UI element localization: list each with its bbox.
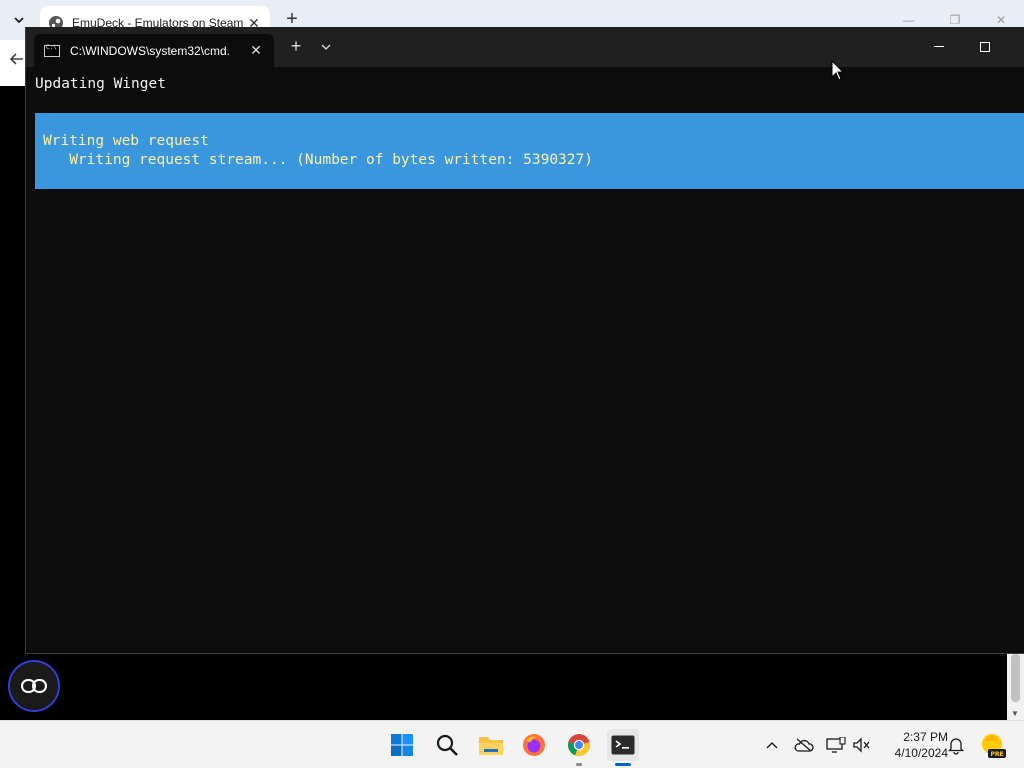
- cmd-icon: [44, 44, 60, 57]
- firefox-button[interactable]: [518, 729, 550, 761]
- minimize-icon: [934, 46, 944, 47]
- system-clock[interactable]: 2:37 PM 4/10/2024: [878, 729, 948, 761]
- onedrive-icon[interactable]: [794, 735, 814, 755]
- link-icon: [21, 679, 47, 693]
- terminal-button[interactable]: [607, 729, 639, 761]
- new-tab-button[interactable]: +: [288, 37, 304, 55]
- scrollbar-thumb[interactable]: [1011, 654, 1020, 702]
- notification-bell-icon[interactable]: [946, 735, 966, 755]
- search-button[interactable]: [431, 729, 463, 761]
- minimize-button[interactable]: [916, 27, 962, 67]
- terminal-tab-title: C:\WINDOWS\system32\cmd.: [70, 43, 231, 58]
- terminal-icon: [611, 735, 635, 755]
- chrome-icon: [568, 734, 590, 757]
- progress-title: Writing web request: [43, 133, 209, 149]
- file-explorer-button[interactable]: [475, 729, 507, 761]
- folder-icon: [479, 737, 503, 755]
- firefox-icon: [523, 734, 545, 756]
- clock-date: 4/10/2024: [894, 746, 948, 760]
- floating-link-button[interactable]: [8, 660, 60, 712]
- start-button[interactable]: [386, 729, 418, 761]
- maximize-icon: [980, 42, 990, 52]
- terminal-tab[interactable]: C:\WINDOWS\system32\cmd. ✕: [34, 34, 274, 67]
- running-indicator: [576, 763, 582, 766]
- taskbar: 2:37 PM 4/10/2024 PRE: [0, 720, 1024, 768]
- back-arrow-icon[interactable]: [9, 52, 24, 71]
- chrome-button[interactable]: [563, 729, 595, 761]
- terminal-window: C:\WINDOWS\system32\cmd. ✕ + Updating Wi…: [25, 27, 1024, 654]
- clock-time: 2:37 PM: [903, 730, 948, 744]
- progress-block: Writing web request Writing request stre…: [35, 113, 1024, 189]
- output-line: Updating Winget: [35, 76, 166, 92]
- preview-badge-icon[interactable]: PRE: [980, 731, 1006, 759]
- chevron-up-icon[interactable]: [764, 735, 780, 755]
- maximize-button[interactable]: [962, 27, 1008, 67]
- browser-content: [0, 86, 26, 720]
- scrollbar[interactable]: ▼: [1007, 654, 1024, 720]
- windows-logo-icon: [391, 734, 413, 756]
- scroll-down-icon[interactable]: ▼: [1011, 709, 1019, 718]
- search-icon: [436, 734, 458, 756]
- network-icon[interactable]: [826, 735, 846, 755]
- active-indicator: [615, 763, 631, 766]
- badge-label: PRE: [990, 751, 1003, 758]
- progress-detail: Writing request stream... (Number of byt…: [43, 152, 593, 168]
- chevron-down-icon[interactable]: [318, 39, 334, 55]
- terminal-titlebar: C:\WINDOWS\system32\cmd. ✕ +: [26, 27, 1024, 67]
- mouse-cursor-icon: [831, 60, 845, 81]
- chevron-down-icon: [14, 17, 24, 23]
- terminal-output[interactable]: Updating Winget Writing web request Writ…: [26, 67, 1024, 654]
- volume-muted-icon[interactable]: [852, 735, 872, 755]
- close-icon[interactable]: ✕: [248, 42, 264, 59]
